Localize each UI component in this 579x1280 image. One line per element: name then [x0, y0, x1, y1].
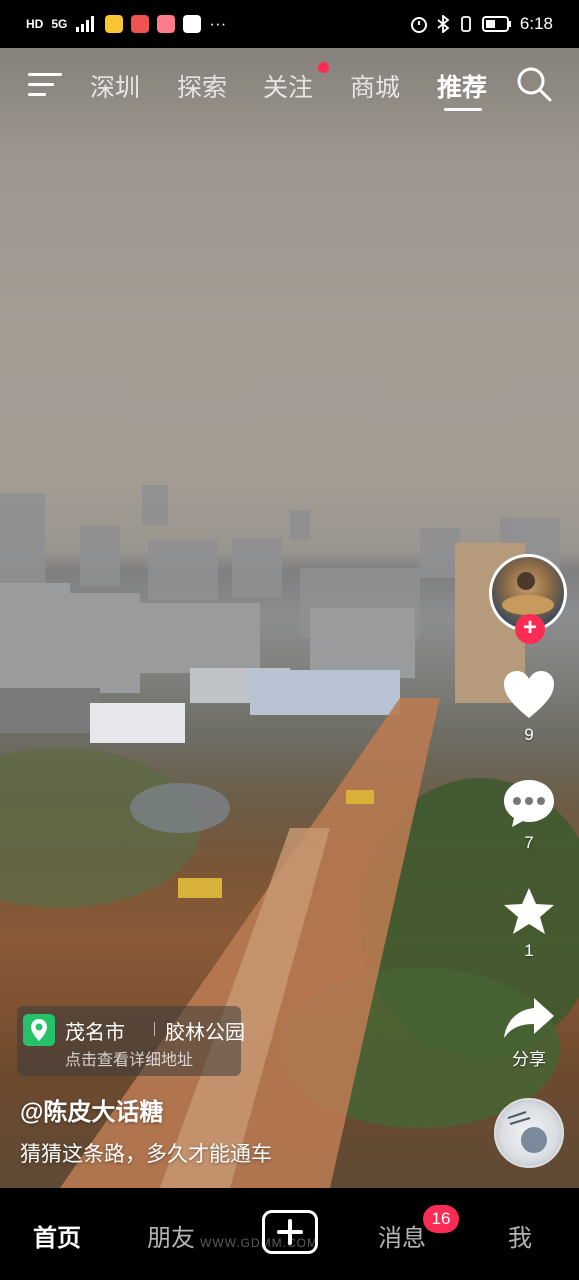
watermark: WWW.GDMM.COM [200, 1236, 318, 1250]
share-label: 分享 [512, 1050, 546, 1069]
location-hint: 点击查看详细地址 [65, 1052, 194, 1069]
more-notifications: ··· [209, 14, 227, 33]
bottom-nav: 首页 朋友 消息 16 我 WWW.GDMM.COM [0, 1188, 579, 1280]
location-pin-icon [23, 1014, 55, 1046]
signal-icon [76, 16, 95, 32]
follow-button[interactable]: + [515, 614, 545, 644]
location-city: 茂名市 [65, 1022, 125, 1044]
location-divider [154, 1022, 155, 1036]
weibo-notify-icon [105, 15, 124, 33]
signal-label: 5G [51, 17, 68, 31]
music-cover-image [507, 1111, 547, 1153]
tab-following[interactable]: 关注 [263, 68, 313, 104]
music-disc[interactable] [494, 1098, 564, 1168]
tab-city[interactable]: 深圳 [90, 68, 140, 104]
status-bar: HD 5G ··· 6:18 [0, 0, 579, 48]
location-place: 胶林公园 [165, 1022, 245, 1044]
location-card[interactable]: 茂名市 胶林公园 点击查看详细地址 [17, 1006, 245, 1076]
tab-mall[interactable]: 商城 [350, 68, 400, 104]
active-tab-indicator [444, 108, 482, 111]
bluetooth-icon [437, 15, 450, 33]
vibrate-icon [461, 16, 471, 32]
share-icon [504, 998, 554, 1038]
post-caption[interactable]: 猜猜这条路，多久才能通车 [20, 1138, 272, 1168]
nav-home[interactable]: 首页 [33, 1218, 81, 1253]
share-button[interactable]: 分享 [479, 996, 579, 1070]
tab-recommend[interactable]: 推荐 [437, 68, 487, 104]
clock: 6:18 [519, 14, 553, 33]
nav-me[interactable]: 我 [508, 1218, 532, 1253]
comment-button[interactable]: 7 [479, 778, 579, 853]
star-icon [504, 888, 554, 934]
comment-icon [504, 780, 554, 827]
menu-icon[interactable] [28, 72, 62, 98]
nav-messages[interactable]: 消息 [378, 1218, 426, 1253]
tab-explore[interactable]: 探索 [177, 68, 227, 104]
heart-icon [504, 671, 554, 718]
chat-notify-icon [183, 15, 202, 33]
following-dot [318, 62, 329, 73]
status-right: 6:18 [410, 14, 553, 34]
favorite-button[interactable]: 1 [479, 886, 579, 961]
battery-icon [481, 16, 511, 32]
search-icon[interactable] [516, 66, 552, 102]
messages-badge: 16 [423, 1205, 459, 1233]
status-left: HD 5G ··· [26, 14, 226, 34]
like-button[interactable]: 9 [479, 670, 579, 745]
like-count: 9 [524, 725, 534, 744]
network-type: HD [26, 17, 44, 31]
shop-notify-icon [157, 15, 176, 33]
author-name[interactable]: @陈皮大话糖 [20, 1092, 163, 1127]
comment-count: 7 [524, 833, 534, 852]
alarm-icon [410, 17, 427, 33]
top-nav: 深圳 探索 关注 商城 推荐 [0, 62, 579, 111]
app-notify-icon [131, 15, 150, 33]
nav-friends[interactable]: 朋友 [147, 1218, 195, 1253]
favorite-count: 1 [524, 941, 534, 960]
